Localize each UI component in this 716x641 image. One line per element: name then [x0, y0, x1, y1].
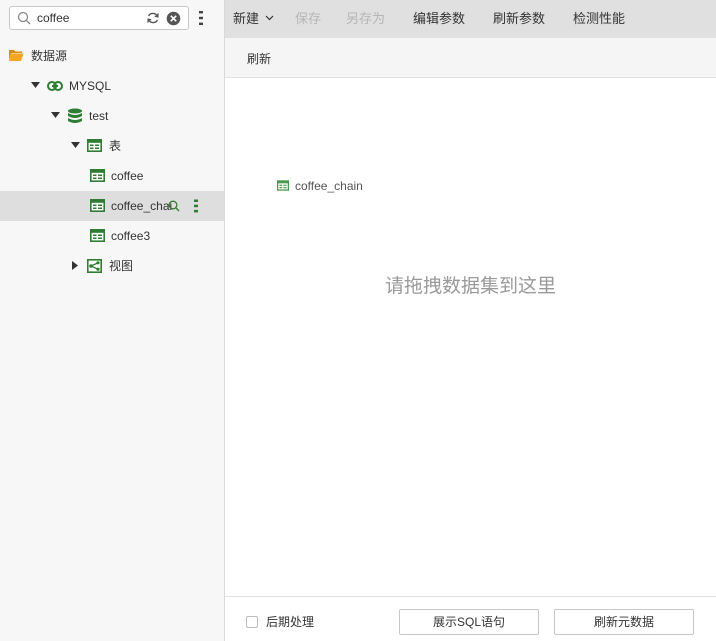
tree-label: 表: [109, 139, 122, 153]
refresh-button[interactable]: 刷新: [247, 52, 271, 66]
tree-item-mysql[interactable]: MYSQL: [0, 71, 224, 101]
tree-label: coffee3: [111, 229, 151, 243]
tree-label: coffee: [111, 169, 144, 183]
view-icon: [87, 259, 102, 273]
folder-open-icon: [9, 50, 24, 61]
post-process-label[interactable]: 后期处理: [266, 615, 314, 629]
table-icon: [90, 229, 105, 242]
search-icon[interactable]: [168, 200, 180, 212]
caret-down-icon[interactable]: [71, 142, 80, 148]
tree-label: 视图: [109, 259, 134, 273]
link-icon: [47, 81, 63, 91]
datasource-panel: 数据源 MYSQL test 表: [0, 0, 225, 641]
tree-item-test[interactable]: test: [0, 101, 224, 131]
drop-hint: 请拖拽数据集到这里: [384, 276, 556, 297]
search-icon: [17, 11, 31, 25]
more-vertical-icon[interactable]: [193, 199, 199, 213]
new-menu-label: 新建: [233, 11, 260, 26]
refresh-metadata-button[interactable]: 刷新元数据: [554, 609, 694, 635]
tree-item-table-coffee3[interactable]: coffee3: [0, 221, 224, 251]
table-icon: [90, 169, 105, 182]
canvas-node-label: coffee_chain: [295, 179, 363, 193]
refresh-icon[interactable]: [146, 11, 160, 25]
tree-item-tables-folder[interactable]: 表: [0, 131, 224, 161]
show-sql-button[interactable]: 展示SQL语句: [399, 609, 539, 635]
table-icon: [87, 139, 102, 152]
tree-label: 数据源: [31, 49, 68, 63]
tree-label: MYSQL: [69, 79, 112, 93]
caret-right-icon[interactable]: [72, 261, 78, 270]
edit-params-button[interactable]: 编辑参数: [413, 11, 465, 27]
caret-down-icon[interactable]: [51, 112, 60, 118]
clear-icon[interactable]: [166, 11, 181, 26]
new-menu-button[interactable]: 新建: [233, 11, 274, 27]
tree-label: coffee_chai: [111, 199, 173, 213]
check-performance-button[interactable]: 检测性能: [573, 11, 625, 27]
query-canvas[interactable]: coffee_chain 请拖拽数据集到这里: [225, 78, 716, 596]
save-button[interactable]: 保存: [295, 11, 321, 27]
more-menu-icon[interactable]: [198, 10, 204, 26]
table-icon: [90, 199, 105, 212]
tree-label: test: [89, 109, 109, 123]
tree-item-table-coffee-chain[interactable]: coffee_chai: [0, 191, 224, 221]
search-box[interactable]: [9, 6, 189, 30]
caret-down-icon[interactable]: [31, 82, 40, 88]
tree-item-datasource[interactable]: 数据源: [0, 41, 224, 71]
sub-toolbar: 刷新: [225, 38, 716, 78]
table-icon: [277, 180, 289, 191]
bottom-bar: 后期处理 展示SQL语句 刷新元数据: [225, 596, 716, 641]
save-as-button[interactable]: 另存为: [346, 11, 385, 27]
search-input[interactable]: [37, 9, 147, 27]
refresh-params-button[interactable]: 刷新参数: [493, 11, 545, 27]
chevron-down-icon: [265, 15, 274, 21]
tree-item-table-coffee[interactable]: coffee: [0, 161, 224, 191]
main-toolbar: 新建 保存 另存为 编辑参数 刷新参数 检测性能: [225, 0, 716, 38]
database-icon: [68, 108, 82, 123]
tree-item-views-folder[interactable]: 视图: [0, 251, 224, 281]
post-process-checkbox[interactable]: [246, 616, 258, 628]
